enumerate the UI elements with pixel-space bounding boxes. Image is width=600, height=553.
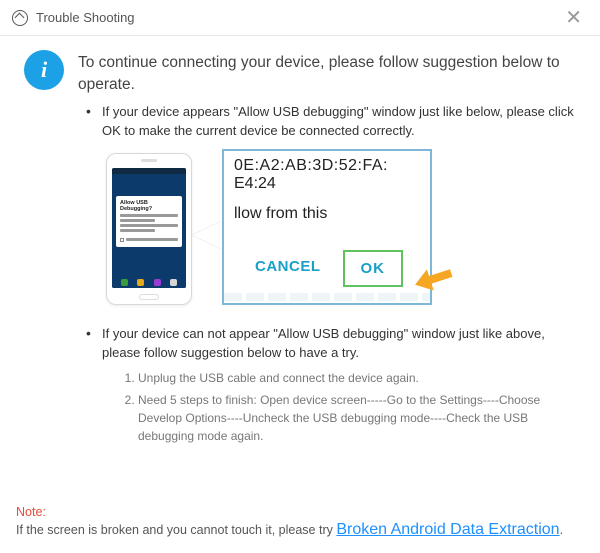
phone-mockup: Allow USB Debugging? xyxy=(106,153,192,305)
close-icon[interactable]: ✕ xyxy=(559,8,588,28)
note-text: If the screen is broken and you cannot t… xyxy=(16,523,336,537)
step-1: Unplug the USB cable and connect the dev… xyxy=(138,369,576,387)
cancel-button[interactable]: CANCEL xyxy=(251,250,325,287)
header-row: i To continue connecting your device, pl… xyxy=(24,50,576,95)
ok-button[interactable]: OK xyxy=(343,250,404,287)
window-title: Trouble Shooting xyxy=(36,10,559,25)
zoom-panel: 0E:A2:AB:3D:52:FA: E4:24 llow from this … xyxy=(222,149,432,305)
info-icon: i xyxy=(24,50,64,90)
mac-line-1: 0E:A2:AB:3D:52:FA: xyxy=(234,157,420,175)
note-label: Note: xyxy=(16,505,46,519)
allow-text: llow from this xyxy=(234,205,420,223)
note-tail: . xyxy=(560,523,563,537)
body-section: If your device appears "Allow USB debugg… xyxy=(24,103,576,444)
bullet-item-1: If your device appears "Allow USB debugg… xyxy=(80,103,576,309)
callout-connector xyxy=(192,221,222,249)
illustration: Allow USB Debugging? xyxy=(102,149,576,309)
steps-list: Unplug the USB cable and connect the dev… xyxy=(102,369,576,445)
app-refresh-icon xyxy=(12,10,28,26)
bullet-item-2: If your device can not appear "Allow USB… xyxy=(80,325,576,445)
content-area: i To continue connecting your device, pl… xyxy=(0,36,600,445)
phone-dialog-title: Allow USB Debugging? xyxy=(120,200,178,212)
bullet-1-text: If your device appears "Allow USB debugg… xyxy=(102,103,576,141)
titlebar: Trouble Shooting ✕ xyxy=(0,0,600,36)
bullet-2-text: If your device can not appear "Allow USB… xyxy=(102,325,576,363)
footer-note: Note: If the screen is broken and you ca… xyxy=(16,503,584,539)
note-link[interactable]: Broken Android Data Extraction xyxy=(336,521,559,538)
step-2: Need 5 steps to finish: Open device scre… xyxy=(138,391,576,445)
phone-dialog: Allow USB Debugging? xyxy=(116,196,182,247)
heading-text: To continue connecting your device, plea… xyxy=(78,50,576,95)
mac-line-2: E4:24 xyxy=(234,175,420,193)
